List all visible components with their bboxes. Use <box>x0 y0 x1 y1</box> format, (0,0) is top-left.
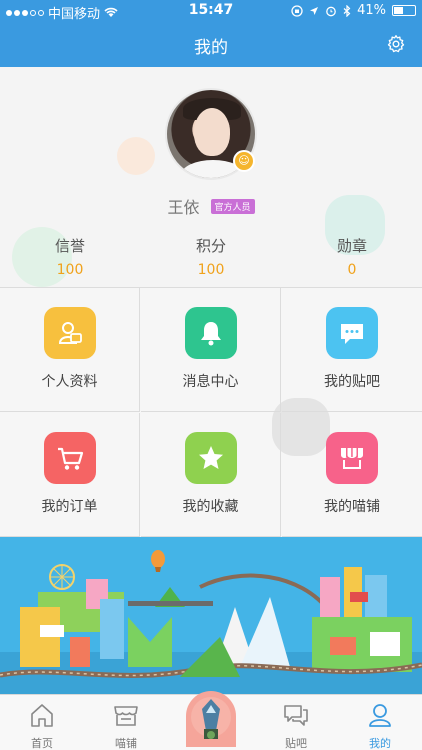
bell-icon <box>184 307 237 359</box>
menu-item-profile[interactable]: 个人资料 <box>0 288 140 412</box>
mascot-icon <box>191 697 231 739</box>
tab-home[interactable]: 首页 <box>0 695 84 750</box>
home-icon <box>31 704 53 727</box>
stat-reputation[interactable]: 信誉 100 <box>0 235 140 278</box>
nav-bar: 我的 <box>0 21 422 67</box>
stat-label: 积分 <box>195 237 226 255</box>
city-illustration <box>0 537 422 694</box>
shop-icon <box>326 432 378 484</box>
profile-header: ☺ 王依 官方人员 信誉 100 积分 100 勋章 0 <box>0 67 422 287</box>
profile-card-icon <box>43 307 96 359</box>
promo-banner[interactable] <box>0 537 422 694</box>
stat-value: 0 <box>347 262 357 278</box>
stat-value: 100 <box>56 262 84 278</box>
menu-item-label: 我的喵铺 <box>324 499 380 515</box>
forum-icon <box>284 705 308 726</box>
tab-label: 贴吧 <box>285 737 307 750</box>
official-badge: 官方人员 <box>210 198 255 214</box>
center-feature-button[interactable] <box>186 691 236 747</box>
cart-icon <box>43 432 96 484</box>
bluetooth-icon <box>343 4 351 17</box>
tab-label: 首页 <box>31 737 53 750</box>
menu-item-my-shop[interactable]: 我的喵铺 <box>282 413 422 537</box>
bottom-tab-bar: 首页 喵铺 贴吧 我的 <box>0 691 422 750</box>
menu-item-my-forum[interactable]: 我的贴吧 <box>282 288 422 412</box>
stat-value: 100 <box>197 262 225 278</box>
tab-label: 喵铺 <box>115 737 137 750</box>
stat-label: 信誉 <box>54 237 85 255</box>
battery-icon <box>392 5 416 16</box>
page-title: 我的 <box>194 38 228 58</box>
menu-item-label: 我的贴吧 <box>324 374 380 390</box>
location-icon <box>310 6 319 15</box>
stat-label: 勋章 <box>336 237 367 255</box>
stat-points[interactable]: 积分 100 <box>141 235 281 278</box>
menu-grid: 个人资料 消息中心 我的贴吧 我的订单 我的收藏 我的喵铺 <box>0 287 422 537</box>
menu-item-label: 我的收藏 <box>182 499 239 515</box>
settings-gear-icon[interactable] <box>386 34 406 54</box>
menu-item-messages[interactable]: 消息中心 <box>141 288 281 412</box>
user-name: 王依 <box>167 198 200 217</box>
stat-medals[interactable]: 勋章 0 <box>282 235 422 278</box>
menu-item-label: 我的订单 <box>41 499 98 515</box>
menu-item-favorites[interactable]: 我的收藏 <box>141 413 281 537</box>
camera-badge-icon[interactable]: ☺ <box>233 150 255 172</box>
orientation-lock-icon <box>291 4 303 17</box>
menu-item-orders[interactable]: 我的订单 <box>0 413 140 537</box>
star-icon <box>184 432 237 484</box>
tab-me[interactable]: 我的 <box>338 695 422 750</box>
decor-bubble <box>117 137 155 175</box>
tab-forum[interactable]: 贴吧 <box>254 695 338 750</box>
menu-item-label: 消息中心 <box>182 374 239 390</box>
status-bar: 中国移动 15:47 41% <box>0 0 422 22</box>
store-icon <box>114 706 138 726</box>
alarm-icon <box>326 6 336 16</box>
menu-item-label: 个人资料 <box>41 374 98 390</box>
chat-bubble-icon <box>326 307 378 359</box>
battery-percent: 41% <box>357 3 386 18</box>
user-icon <box>369 704 391 727</box>
tab-label: 我的 <box>369 737 391 750</box>
tab-shop[interactable]: 喵铺 <box>84 695 168 750</box>
